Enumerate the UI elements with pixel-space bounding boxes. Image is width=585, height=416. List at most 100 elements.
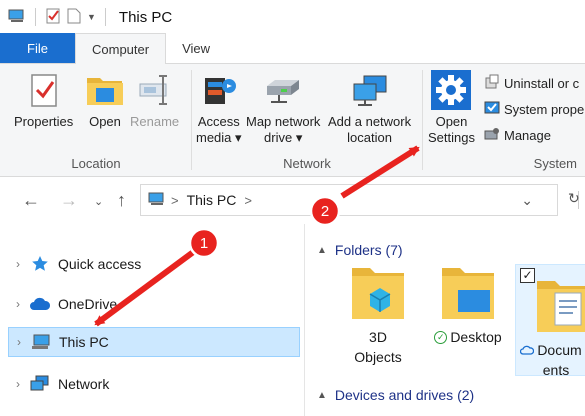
navigation-bar: ← → ⌄ ↑ > This PC > ⌄ ↻: [0, 178, 585, 224]
rename-icon: [135, 70, 175, 110]
folders-section-header[interactable]: ▲ Folders (7): [317, 242, 403, 258]
refresh-icon[interactable]: ↻: [568, 190, 580, 207]
this-pc-icon: [29, 334, 53, 350]
system-properties-button[interactable]: System prope: [484, 100, 584, 119]
settings-gear-icon: [431, 70, 472, 110]
access-media-button[interactable]: Access media ▾: [196, 70, 242, 146]
documents-folder-icon: [535, 277, 585, 340]
devices-section-header[interactable]: ▲ Devices and drives (2): [317, 387, 474, 403]
desktop-label-row: ✓ Desktop: [434, 327, 502, 347]
map-drive-label-2: drive ▾: [264, 130, 303, 145]
window-title: This PC: [118, 8, 173, 26]
system-properties-label: System prope: [504, 102, 585, 117]
nav-item-this-pc[interactable]: › This PC: [8, 327, 300, 357]
navigation-pane: › Quick access › OneDrive › This PC › Ne…: [0, 224, 304, 416]
properties-button[interactable]: Properties: [14, 70, 73, 130]
system-properties-icon: [484, 100, 500, 119]
star-icon: [28, 255, 52, 273]
manage-label: Manage: [504, 128, 551, 143]
address-dropdown-icon[interactable]: ⌄: [521, 192, 533, 209]
map-network-drive-button[interactable]: Map network drive ▾: [246, 70, 320, 146]
network-drive-icon: [263, 70, 303, 110]
open-settings-label-1: Open: [435, 114, 468, 129]
cloud-icon: [28, 297, 52, 311]
devices-header-label: Devices and drives (2): [334, 387, 475, 403]
ribbon: Properties Open Rename Location Access m…: [0, 64, 585, 177]
manage-button[interactable]: Manage: [484, 126, 551, 145]
access-media-label-2: media ▾: [196, 130, 242, 145]
folder-open-icon: [85, 70, 125, 110]
folder-desktop[interactable]: ✓ Desktop: [423, 264, 513, 347]
open-label: Open: [89, 114, 121, 129]
add-location-label-1: Add a network: [328, 114, 412, 129]
address-separator[interactable]: >: [171, 193, 179, 208]
collapse-caret-icon[interactable]: ▲: [317, 245, 327, 256]
folder-label-2: Objects: [354, 349, 402, 365]
content-pane: ▲ Folders (7) 3D Objects ✓ Desktop ✓ Doc…: [305, 224, 585, 416]
system-group-label: System: [533, 156, 577, 171]
add-location-label-2: location: [347, 130, 392, 145]
open-settings-label-2: Settings: [428, 130, 475, 145]
quick-access-toolbar: ▼: [0, 8, 109, 27]
nav-label: OneDrive: [58, 296, 118, 312]
properties-icon: [24, 70, 64, 110]
recent-locations-chevron-icon[interactable]: ⌄: [94, 195, 103, 208]
sync-status-check-icon: ✓: [434, 330, 448, 344]
open-settings-button[interactable]: Open Settings: [428, 70, 475, 146]
access-media-label-1: Access: [197, 114, 240, 129]
folder-3d-objects[interactable]: 3D Objects: [333, 264, 423, 367]
nav-item-quick-access[interactable]: › Quick access: [8, 249, 300, 279]
expand-chevron-icon[interactable]: ›: [8, 377, 28, 391]
address-separator-2[interactable]: >: [244, 193, 252, 208]
nav-label: This PC: [59, 334, 109, 350]
new-folder-qa-icon[interactable]: [67, 8, 81, 27]
folder-documents[interactable]: ✓ Docum ents: [515, 264, 585, 376]
manage-icon: [484, 126, 500, 145]
desktop-folder-icon: [440, 264, 496, 327]
customize-qa-dropdown-icon[interactable]: ▼: [87, 12, 96, 22]
nav-item-network[interactable]: › Network: [8, 369, 300, 399]
system-group: Open Settings Uninstall or c System prop…: [422, 64, 585, 177]
location-group-label: Location: [71, 156, 121, 171]
nav-label: Network: [58, 376, 110, 392]
address-bar[interactable]: > This PC > ⌄: [140, 184, 579, 216]
selection-checkbox[interactable]: ✓: [520, 268, 535, 283]
expand-chevron-icon[interactable]: ›: [9, 335, 29, 349]
expand-chevron-icon[interactable]: ›: [8, 257, 28, 271]
title-bar: ▼ This PC: [0, 0, 585, 34]
folder-label-1: Docum: [537, 342, 582, 358]
rename-label: Rename: [130, 114, 180, 129]
address-pc-icon: [147, 192, 165, 209]
network-icon: [28, 375, 52, 393]
uninstall-label: Uninstall or c: [504, 76, 580, 91]
ribbon-tabs: File Computer View: [0, 33, 585, 64]
collapse-caret-icon[interactable]: ▲: [317, 390, 327, 401]
rename-button[interactable]: Rename: [130, 70, 179, 130]
up-arrow-icon[interactable]: ↑: [117, 190, 126, 211]
network-location-icon: [350, 70, 390, 110]
folder-label-2: ents: [542, 362, 570, 376]
folder-label-1: 3D: [369, 329, 387, 345]
network-group-label: Network: [283, 156, 331, 171]
cloud-status-icon: [520, 340, 535, 360]
nav-label: Quick access: [58, 256, 142, 272]
map-drive-label-1: Map network: [246, 114, 321, 129]
back-arrow-icon[interactable]: ←: [22, 190, 40, 211]
nav-item-onedrive[interactable]: › OneDrive: [8, 289, 300, 319]
uninstall-button[interactable]: Uninstall or c: [484, 74, 579, 93]
address-path[interactable]: This PC: [187, 192, 237, 208]
forward-arrow-icon[interactable]: →: [60, 190, 78, 211]
properties-qa-icon[interactable]: [45, 8, 61, 27]
tab-computer[interactable]: Computer: [75, 33, 167, 64]
tab-view[interactable]: View: [166, 33, 226, 63]
expand-chevron-icon[interactable]: ›: [8, 297, 28, 311]
folder-label: Desktop: [450, 329, 502, 345]
tab-file[interactable]: File: [0, 33, 75, 63]
properties-label: Properties: [14, 114, 74, 129]
documents-label-row: Docum: [520, 340, 582, 360]
network-group: Access media ▾ Map network drive ▾ Add a…: [192, 64, 422, 177]
media-icon: [199, 70, 239, 110]
open-button[interactable]: Open: [85, 70, 125, 130]
folders-header-label: Folders (7): [334, 242, 403, 258]
add-network-location-button[interactable]: Add a network location: [328, 70, 411, 146]
